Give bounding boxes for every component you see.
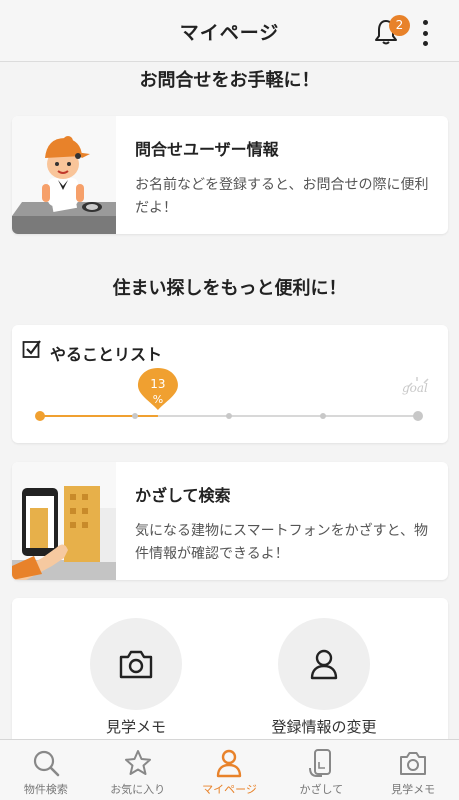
progress-start-dot	[35, 411, 45, 421]
progress-goal-dot	[413, 411, 423, 421]
progress-step-dot	[132, 413, 138, 419]
bottom-tab-bar: 物件検索 お気に入り マイページ かざして 見学メモ	[0, 739, 459, 800]
profile-edit-shortcut-button[interactable]	[278, 618, 370, 710]
search-icon	[33, 750, 60, 777]
notification-badge: 2	[389, 15, 410, 36]
person-icon	[310, 649, 338, 680]
memo-shortcut-label: 見学メモ	[105, 718, 166, 736]
progress-goal-label: goal	[402, 381, 428, 395]
more-menu-icon[interactable]	[417, 20, 433, 46]
shortcuts-card: 見学メモ 登録情報の変更	[12, 598, 448, 748]
tab-label: かざして	[299, 783, 344, 796]
todo-list-card[interactable]: やることリスト 13 % goal	[12, 325, 448, 443]
kazashi-search-card[interactable]: かざして検索 気になる建物にスマートフォンをかざすと、物件情報が確認できるよ！	[12, 462, 448, 580]
camera-icon	[119, 650, 153, 679]
tab-property-search[interactable]: 物件検索	[0, 740, 92, 800]
phone-scan-icon	[309, 749, 332, 777]
star-icon	[124, 750, 151, 775]
tab-my-page[interactable]: マイページ	[184, 740, 276, 800]
phone-building-illustration	[12, 462, 116, 580]
progress-step-dot	[226, 413, 232, 419]
todo-progress-bar	[35, 368, 429, 421]
tab-label: 物件検索	[23, 783, 68, 796]
operator-illustration	[12, 116, 116, 234]
tab-label: お気に入り	[110, 783, 166, 796]
app-header: マイページ 2	[0, 0, 459, 62]
camera-icon	[400, 752, 427, 775]
checkbox-icon	[22, 340, 41, 358]
person-icon	[217, 749, 242, 778]
kazashi-card-description: 気になる建物にスマートフォンをかざすと、物件情報が確認できるよ！	[135, 523, 429, 562]
todo-list-title: やることリスト	[50, 345, 163, 364]
progress-percent-value: 13	[150, 377, 166, 391]
tab-favorites[interactable]: お気に入り	[92, 740, 184, 800]
contact-user-info-card[interactable]: 問合せユーザー情報 お名前などを登録すると、お問合せの際に便利だよ！	[12, 116, 448, 234]
contact-card-title: 問合せユーザー情報	[135, 140, 279, 159]
progress-percent-unit: %	[152, 393, 164, 406]
tab-visit-memo[interactable]: 見学メモ	[367, 740, 459, 800]
kazashi-card-title: かざして検索	[135, 486, 231, 505]
search-section-heading: 住まい探しをもっと便利に！	[112, 278, 347, 299]
contact-section-heading: お問合せをお手軽に！	[139, 70, 320, 91]
profile-edit-shortcut-label: 登録情報の変更	[271, 718, 377, 736]
progress-step-dot	[320, 413, 326, 419]
tab-label: 見学メモ	[391, 783, 436, 796]
tab-label: マイページ	[202, 783, 257, 796]
tab-kazashite[interactable]: かざして	[275, 740, 367, 800]
contact-card-description: お名前などを登録すると、お問合せの際に便利だよ！	[135, 177, 429, 216]
memo-shortcut-button[interactable]	[90, 618, 182, 710]
